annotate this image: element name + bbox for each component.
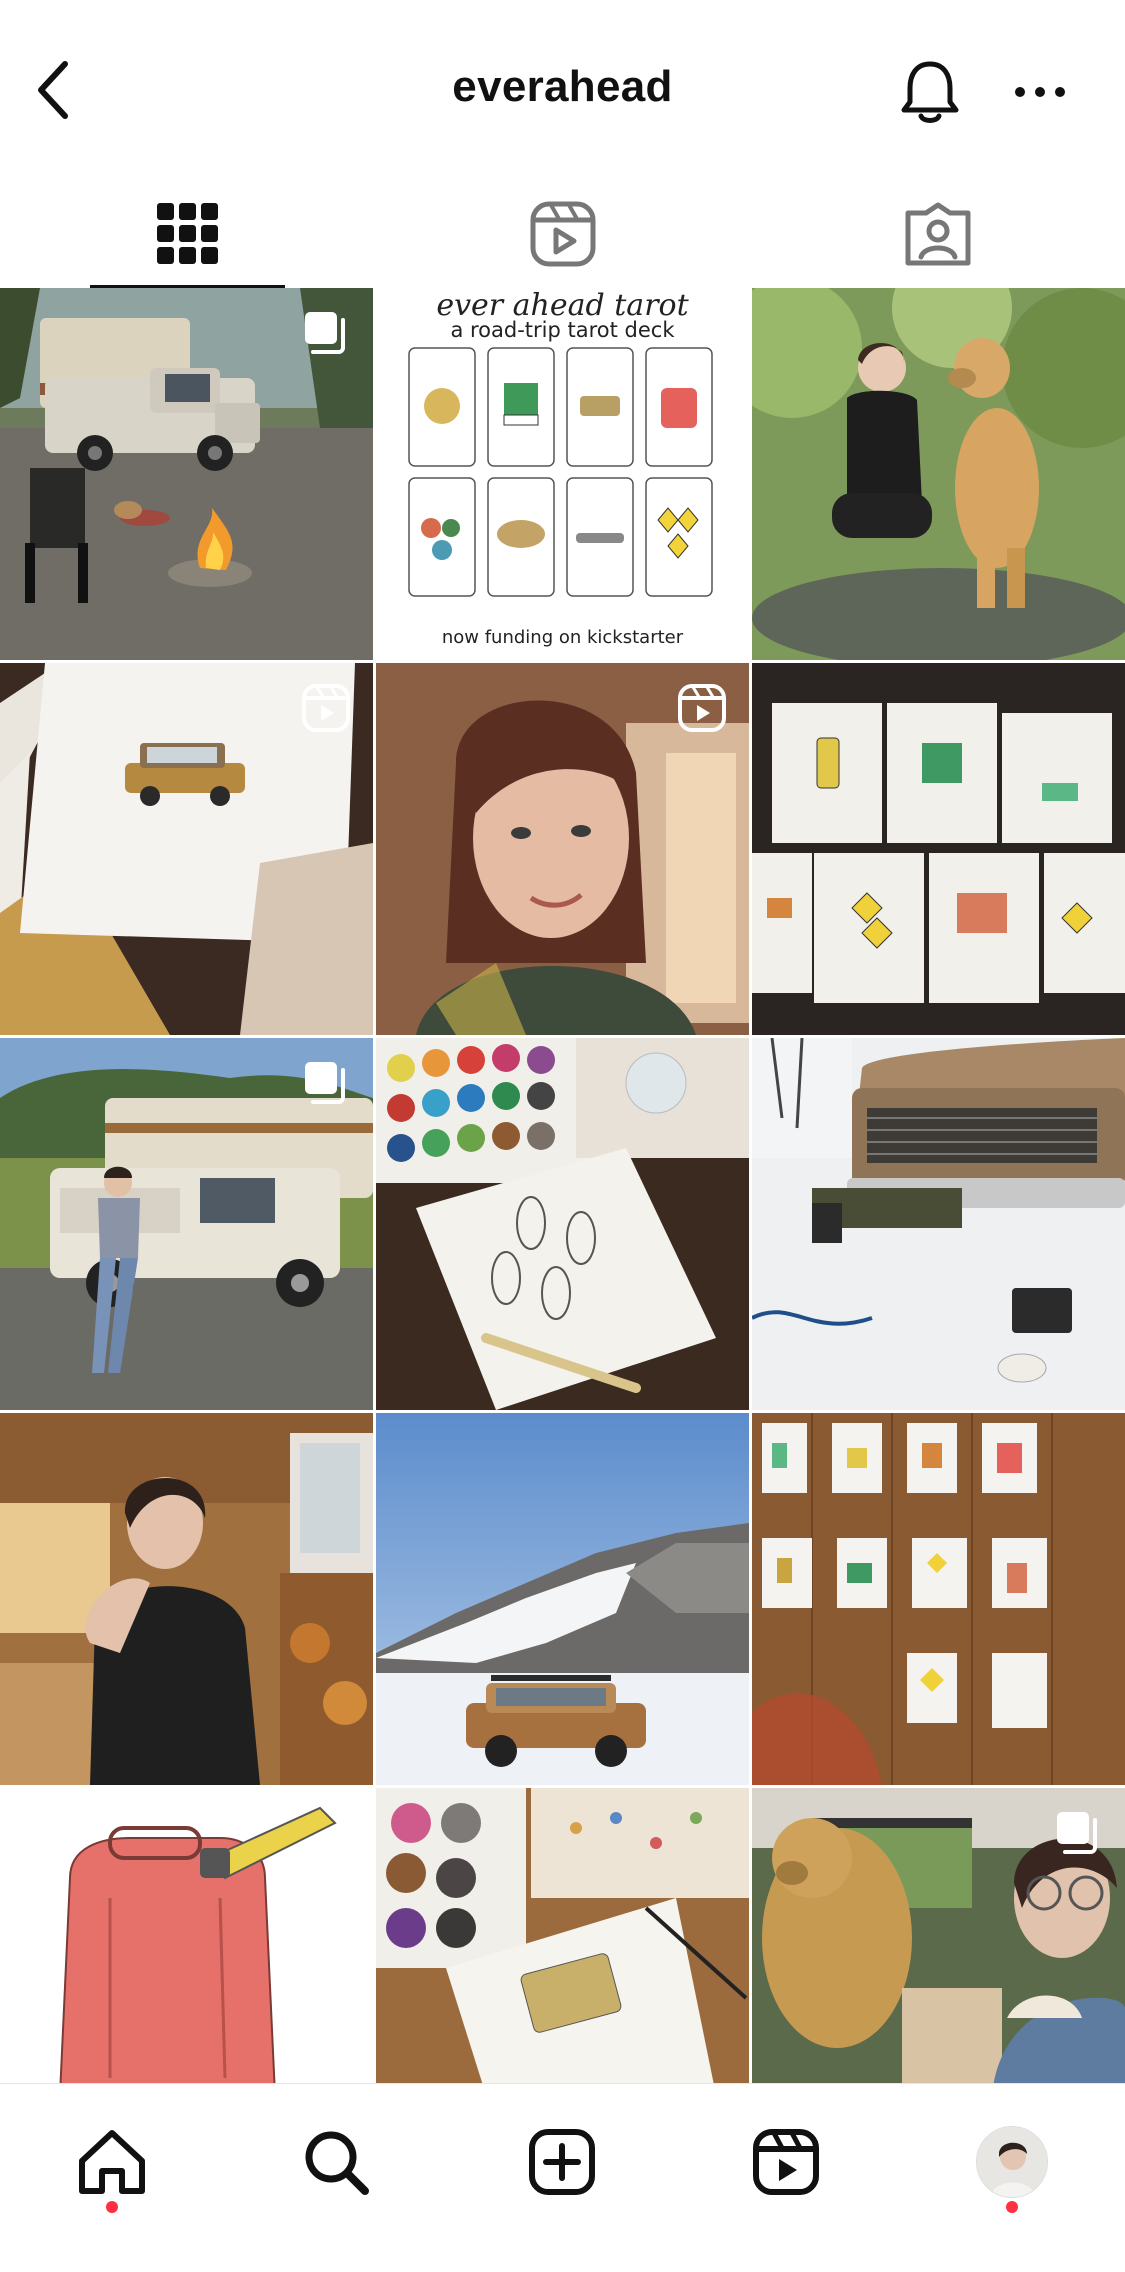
tagged-icon [905,202,970,266]
poster-footer: now funding on kickstarter [441,627,684,648]
nav-home[interactable] [62,2112,162,2212]
post-tile[interactable] [0,288,373,660]
post-tile[interactable] [0,1038,373,1410]
reels-icon [530,201,595,267]
post-tile[interactable] [752,1788,1125,2083]
grid-icon [156,203,218,264]
wagon-snowy-mountain-photo [376,1413,749,1785]
search-icon [305,2131,369,2195]
home-icon [79,2130,145,2194]
carousel-icon [305,1062,345,1104]
road-sign-drawings-photo [752,663,1125,1035]
carousel-icon [305,312,345,354]
nav-create[interactable] [512,2112,612,2212]
nav-search[interactable] [286,2112,386,2212]
post-tile[interactable] [0,1413,373,1785]
post-tile[interactable]: ever ahead tarot a road-trip tarot deck [376,288,749,660]
more-horizontal-icon [1015,87,1065,97]
notifications-button[interactable] [890,52,970,132]
carousel-icon [1057,1812,1097,1854]
avatar [976,2126,1048,2198]
post-tile[interactable] [752,1413,1125,1785]
woman-in-camper-photo [0,1413,373,1785]
post-tile[interactable] [752,1038,1125,1410]
home-notification-dot [106,2201,118,2213]
red-gas-can-drawing-photo [0,1788,373,2083]
post-tile[interactable] [376,1038,749,1410]
tarot-cards-illustration [408,347,713,597]
post-tile[interactable] [752,288,1125,660]
reels-icon [753,2129,819,2195]
post-tile[interactable] [0,1788,373,2083]
profile-tabs [0,180,1125,288]
more-options-button[interactable] [1005,52,1075,132]
post-tile[interactable] [376,663,749,1035]
bottom-navigation [0,2083,1125,2272]
post-tile[interactable] [0,663,373,1035]
nav-reels[interactable] [736,2112,836,2212]
bell-icon [901,61,959,123]
post-tile[interactable] [376,1788,749,2083]
profile-header: everahead [0,0,1125,180]
woman-with-dog-photo [752,288,1125,660]
posts-grid: ever ahead tarot a road-trip tarot deck [0,288,1125,2083]
profile-notification-dot [1006,2201,1018,2213]
nav-profile[interactable] [962,2112,1062,2212]
reels-icon [678,684,726,732]
tab-reels[interactable] [375,180,750,288]
drawings-on-wall-photo [752,1413,1125,1785]
post-tile[interactable] [752,663,1125,1035]
tab-posts[interactable] [0,180,375,288]
tab-tagged[interactable] [750,180,1125,288]
snow-truck-repair-photo [752,1038,1125,1410]
post-tile[interactable] [376,1413,749,1785]
reels-icon [302,684,350,732]
watercolor-wallet-photo [376,1788,749,2083]
plus-square-icon [529,2129,595,2195]
watercolor-keychains-photo [376,1038,749,1410]
